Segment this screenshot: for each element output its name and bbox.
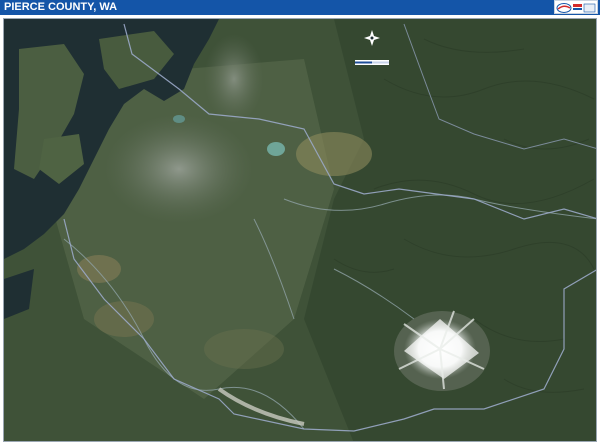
lake <box>173 115 185 123</box>
satellite-map[interactable] <box>4 19 597 442</box>
header-bar: PIERCE COUNTY, WA <box>0 0 600 15</box>
lake <box>267 142 285 156</box>
farmland-patch <box>204 329 284 369</box>
map-frame <box>3 18 597 442</box>
scale-bar-icon <box>355 60 389 65</box>
urban-area <box>204 34 264 124</box>
mount-rainier <box>394 310 490 391</box>
publisher-logo-icon <box>554 0 598 14</box>
urban-area <box>104 114 254 224</box>
farmland-patch <box>77 255 121 283</box>
farmland-patch <box>296 132 372 176</box>
map-title: PIERCE COUNTY, WA <box>4 1 118 13</box>
publisher-logo-graphic <box>556 3 596 13</box>
